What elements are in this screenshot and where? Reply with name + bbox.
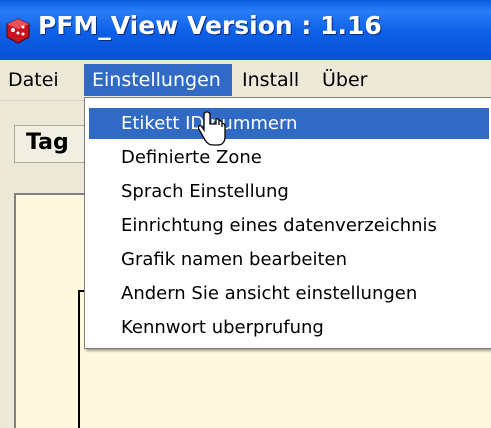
menu-item-sprach-einstellung[interactable]: Sprach Einstellung [89,176,489,207]
menu-item-definierte-zone[interactable]: Definierte Zone [89,142,489,173]
menu-datei[interactable]: Datei [0,64,67,96]
tree-line [78,290,80,428]
menu-item-grafik-namen[interactable]: Grafik namen bearbeiten [89,244,489,275]
title-bar: PFM_View Version : 1.16 [0,0,491,60]
window-title: PFM_View Version : 1.16 [38,11,382,40]
menu-item-ansicht-einstellungen[interactable]: Andern Sie ansicht einstellungen [89,278,489,309]
einstellungen-dropdown: Etikett ID nummern Definierte Zone Sprac… [84,97,491,349]
menu-bar: Datei Einstellungen Install Über [0,60,491,101]
menu-install[interactable]: Install [234,64,307,96]
tag-label: Tag [26,130,69,155]
menu-uber[interactable]: Über [314,64,375,96]
menu-item-kennwort[interactable]: Kennwort uberprufung [89,312,489,343]
menu-einstellungen[interactable]: Einstellungen [84,64,232,96]
menu-item-datenverzeichnis[interactable]: Einrichtung eines datenverzeichnis [89,210,489,241]
menu-item-etikett-id-nummern[interactable]: Etikett ID nummern [89,108,489,139]
app-icon [6,18,30,44]
hand-pointer-icon [198,111,226,146]
